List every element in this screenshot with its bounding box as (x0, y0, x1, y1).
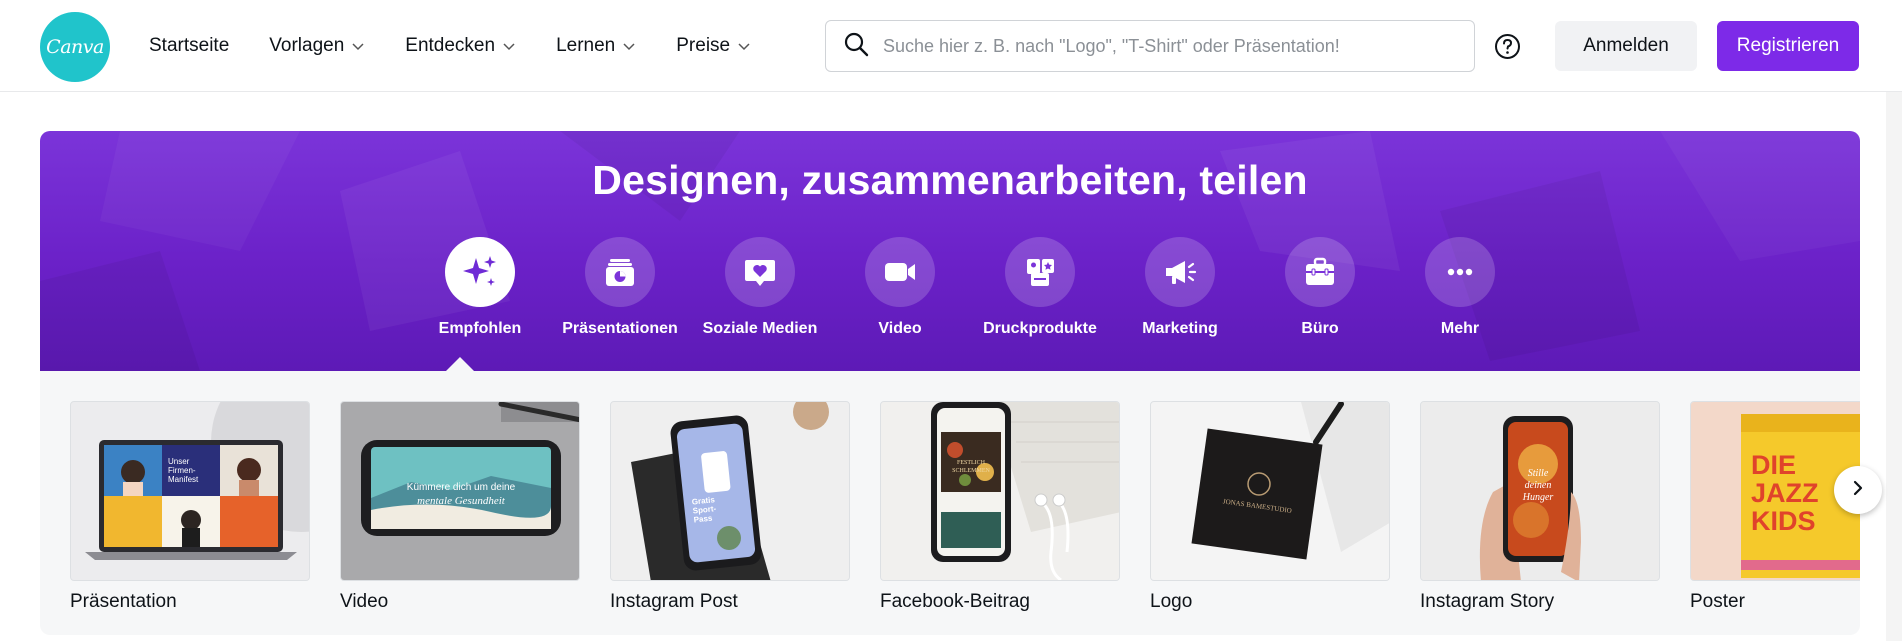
phone-on-notebook-mockup: Gratis Sport- Pass (611, 402, 849, 580)
nav-label: Lernen (556, 35, 616, 56)
nav-label: Vorlagen (269, 35, 345, 56)
nav-preise[interactable]: Preise (676, 24, 751, 68)
page-scrollbar[interactable] (1886, 92, 1902, 641)
template-label: Facebook-Beitrag (880, 591, 1030, 612)
main-nav: Startseite Vorlagen Entdecken Lernen Pre… (149, 0, 791, 92)
carousel-next-button[interactable] (1834, 466, 1882, 514)
category-label: Druckprodukte (983, 320, 1097, 337)
search-input[interactable] (883, 35, 1443, 57)
nav-lernen[interactable]: Lernen (556, 24, 636, 68)
thumb-text-1: DIE (1751, 450, 1796, 480)
nav-vorlagen[interactable]: Vorlagen (269, 24, 365, 68)
thumb-text-1: Kümmere dich um deine (407, 482, 516, 493)
active-category-indicator (445, 357, 475, 372)
template-card-logo[interactable]: JONAS BAMESTUDIO Logo (1150, 401, 1390, 613)
template-thumbnail: Unser Firmen- Manifest (70, 401, 310, 581)
template-card-praesentation[interactable]: Unser Firmen- Manifest Präsentation (70, 401, 310, 613)
briefcase-icon (1285, 237, 1355, 307)
megaphone-icon (1145, 237, 1215, 307)
hero-banner: Designen, zusammenarbeiten, teilen Empfo… (40, 131, 1860, 371)
thumb-text-3: Manifest (168, 475, 199, 484)
template-card-poster[interactable]: DIE JAZZ KIDS Poster (1690, 401, 1860, 613)
thumb-text-2: JAZZ (1751, 478, 1819, 508)
thumb-text-2: deinen (1525, 480, 1552, 491)
template-card-instagram-post[interactable]: Gratis Sport- Pass Instagram Post (610, 401, 850, 613)
template-card-video[interactable]: Kümmere dich um deine mentale Gesundheit… (340, 401, 580, 613)
logo-text: Canva (46, 36, 104, 58)
phone-on-desk-mockup: FESTLICH SCHLEMMEN (881, 402, 1119, 580)
sparkle-icon (445, 237, 515, 307)
template-label: Video (340, 591, 389, 612)
nav-entdecken[interactable]: Entdecken (405, 24, 516, 68)
chevron-down-icon (502, 39, 516, 53)
category-label: Video (878, 320, 922, 337)
canva-logo[interactable]: Canva (40, 12, 110, 82)
laptop-mockup: Unser Firmen- Manifest (71, 402, 309, 580)
canva-homepage: Canva Startseite Vorlagen Entdecken Lern… (0, 0, 1902, 641)
template-cards: Unser Firmen- Manifest Präsentation Kümm… (70, 401, 1860, 613)
thumb-text-2: mentale Gesundheit (417, 495, 506, 507)
category-soziale-medien[interactable]: Soziale Medien (690, 237, 830, 338)
search-bar[interactable] (825, 20, 1475, 72)
category-marketing[interactable]: Marketing (1110, 237, 1250, 338)
hero-title: Designen, zusammenarbeiten, teilen (592, 157, 1308, 203)
template-label: Instagram Post (610, 591, 738, 612)
template-carousel: Unser Firmen- Manifest Präsentation Kümm… (40, 371, 1860, 635)
category-label: Präsentationen (562, 320, 678, 337)
template-label: Instagram Story (1420, 591, 1555, 612)
category-tabs: Empfohlen Präsentationen Soziale Medien … (410, 237, 1530, 338)
nav-startseite[interactable]: Startseite (149, 24, 229, 68)
template-label: Poster (1690, 591, 1745, 612)
chevron-right-icon (1850, 480, 1866, 501)
thumb-text-3: KIDS (1751, 506, 1816, 536)
signup-button[interactable]: Registrieren (1717, 21, 1859, 71)
thumb-text-2: Firmen- (168, 466, 196, 475)
hand-phone-mockup: Stille deinen Hunger (1421, 402, 1659, 580)
more-dots-icon (1425, 237, 1495, 307)
thumb-text-3: Hunger (1522, 492, 1554, 503)
template-card-instagram-story[interactable]: Stille deinen Hunger Instagram Story (1420, 401, 1660, 613)
thumb-text-1: Unser (168, 457, 190, 466)
nav-label: Preise (676, 35, 731, 56)
nav-label: Startseite (149, 35, 230, 56)
template-thumbnail: Gratis Sport- Pass (610, 401, 850, 581)
category-label: Empfohlen (438, 320, 522, 337)
category-buero[interactable]: Büro (1250, 237, 1390, 338)
template-thumbnail: JONAS BAMESTUDIO (1150, 401, 1390, 581)
chevron-down-icon (622, 39, 636, 53)
template-thumbnail: FESTLICH SCHLEMMEN (880, 401, 1120, 581)
category-druckprodukte[interactable]: Druckprodukte (970, 237, 1110, 338)
category-label: Marketing (1142, 320, 1218, 337)
phone-landscape-mockup: Kümmere dich um deine mentale Gesundheit (341, 402, 579, 580)
nav-label: Entdecken (405, 35, 496, 56)
template-label: Logo (1150, 591, 1193, 612)
category-video[interactable]: Video (830, 237, 970, 338)
thumb-text-1: Stille (1528, 468, 1549, 479)
category-label: Soziale Medien (702, 320, 818, 337)
template-thumbnail: Kümmere dich um deine mentale Gesundheit (340, 401, 580, 581)
video-camera-icon (865, 237, 935, 307)
thumb-text-2: SCHLEMMEN (952, 468, 990, 474)
help-icon[interactable] (1494, 33, 1521, 60)
chevron-down-icon (351, 39, 365, 53)
category-label: Büro (1301, 320, 1339, 337)
login-button[interactable]: Anmelden (1555, 21, 1697, 71)
presentation-icon (585, 237, 655, 307)
category-label: Mehr (1440, 320, 1480, 337)
top-navigation-bar: Canva Startseite Vorlagen Entdecken Lern… (0, 0, 1902, 92)
template-label: Präsentation (70, 591, 177, 612)
chevron-down-icon (737, 39, 751, 53)
category-mehr[interactable]: Mehr (1390, 237, 1530, 338)
heart-chat-icon (725, 237, 795, 307)
print-icon (1005, 237, 1075, 307)
thumb-text-1: FESTLICH (957, 460, 986, 466)
category-praesentationen[interactable]: Präsentationen (550, 237, 690, 338)
category-empfohlen[interactable]: Empfohlen (410, 237, 550, 338)
logo-card-mockup: JONAS BAMESTUDIO (1151, 402, 1389, 580)
template-thumbnail: Stille deinen Hunger (1420, 401, 1660, 581)
search-icon (843, 31, 869, 62)
template-card-facebook-beitrag[interactable]: FESTLICH SCHLEMMEN Facebook-Beitrag (880, 401, 1120, 613)
